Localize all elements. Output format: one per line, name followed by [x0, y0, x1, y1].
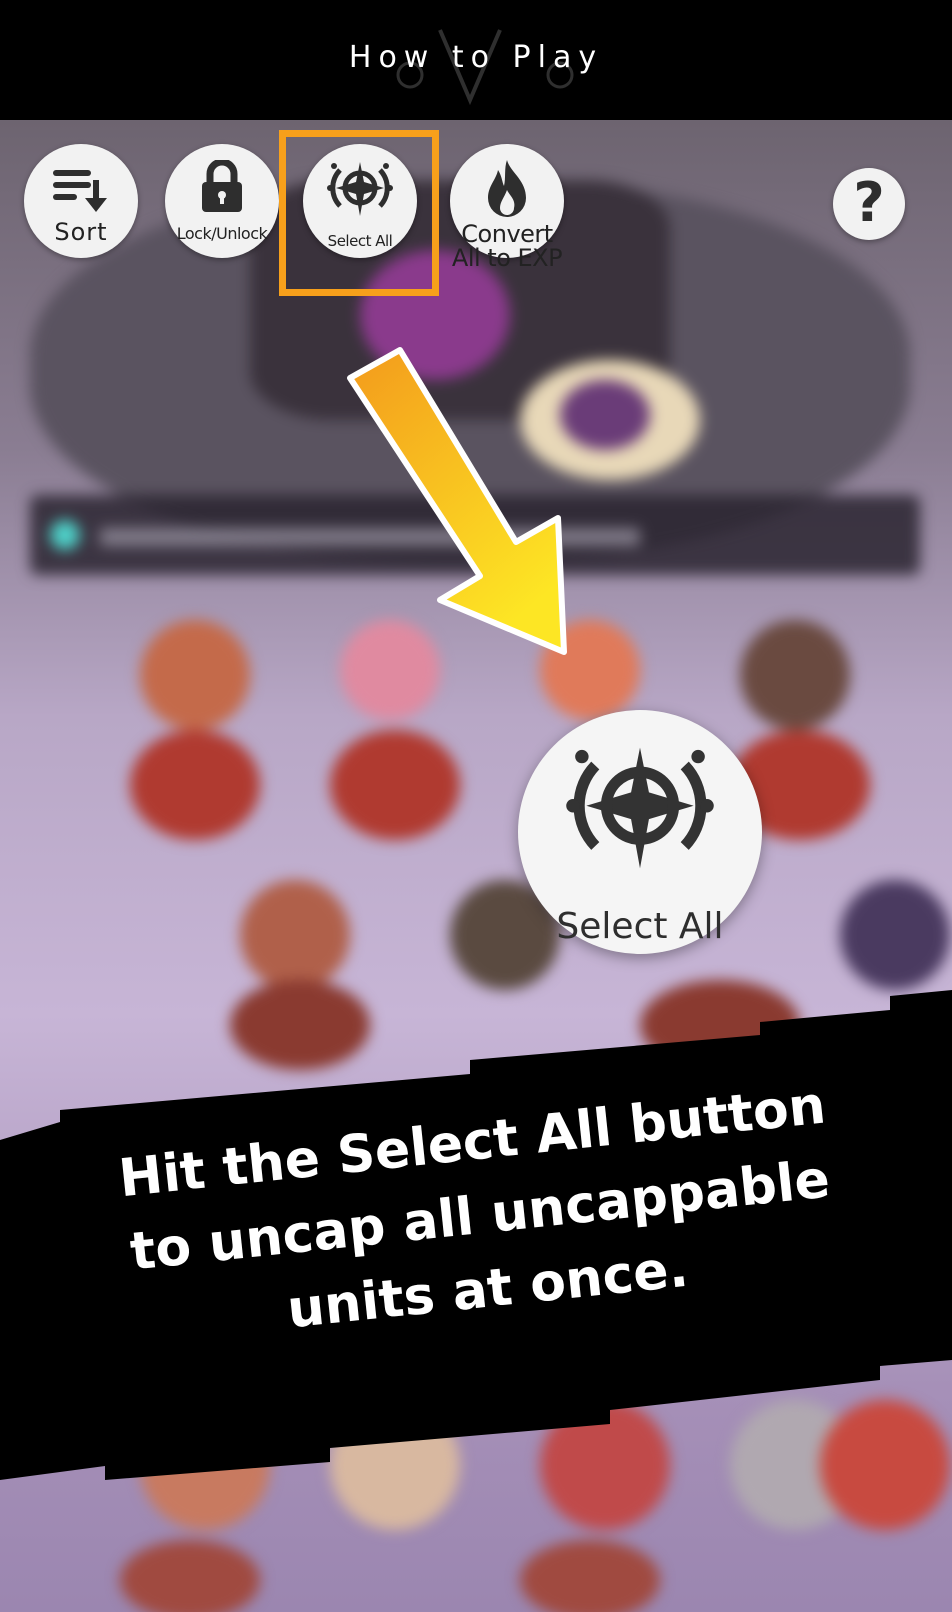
flame-icon: [488, 160, 526, 217]
lock-unlock-button[interactable]: Lock/Unlock: [165, 144, 279, 258]
sort-icon: [53, 170, 107, 212]
convert-all-to-exp-button[interactable]: Convert All to EXP: [450, 144, 564, 270]
help-icon: ?: [853, 171, 885, 234]
select-all-icon: [566, 747, 714, 869]
lock-icon: [202, 160, 242, 212]
header-bar: How to Play: [0, 0, 952, 120]
lock-unlock-label: Lock/Unlock: [176, 224, 268, 243]
sort-button[interactable]: Sort: [24, 144, 138, 258]
sort-label: Sort: [54, 218, 108, 246]
convert-label-line1: Convert: [461, 220, 553, 248]
help-button[interactable]: ?: [833, 168, 905, 240]
convert-label-line2: All to EXP: [451, 244, 563, 272]
convert-all-to-exp-label: Convert All to EXP: [450, 222, 564, 270]
page-title: How to Play: [348, 40, 604, 75]
select-all-zoom-callout: Select All: [518, 710, 762, 954]
select-all-highlight-frame: [279, 130, 439, 296]
select-all-zoom-label: Select All: [556, 906, 724, 947]
arrow-down-right-icon: [347, 347, 567, 655]
